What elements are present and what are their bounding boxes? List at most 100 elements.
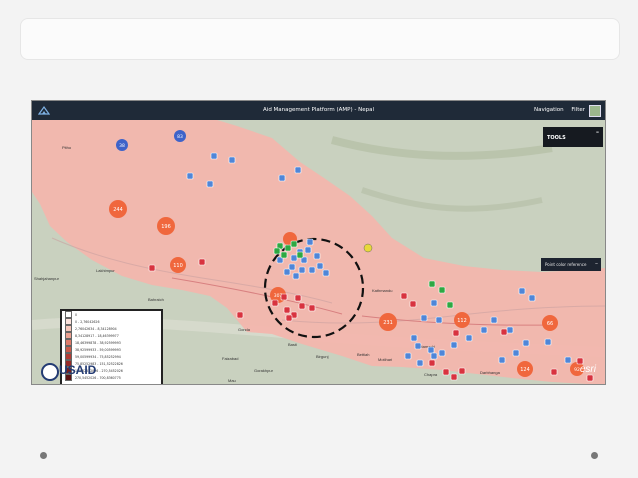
- cluster-marker: 196: [157, 217, 175, 235]
- project-marker[interactable]: [522, 339, 530, 347]
- project-marker[interactable]: [438, 349, 446, 357]
- cluster-marker: 112: [454, 312, 470, 328]
- project-marker[interactable]: [296, 251, 304, 259]
- map-label: Motihari: [378, 357, 392, 362]
- project-marker[interactable]: [280, 293, 288, 301]
- project-marker[interactable]: [283, 306, 291, 314]
- top-navigation: Navigation Filter: [528, 107, 585, 113]
- legend-swatch: [65, 332, 72, 339]
- project-marker[interactable]: [450, 341, 458, 349]
- project-marker[interactable]: [236, 311, 244, 319]
- project-marker[interactable]: [564, 356, 572, 364]
- project-marker[interactable]: [416, 359, 424, 367]
- cluster-marker: 124: [517, 361, 533, 377]
- project-marker[interactable]: [290, 254, 298, 262]
- project-marker[interactable]: [518, 287, 526, 295]
- project-marker[interactable]: [285, 314, 293, 322]
- project-marker[interactable]: [500, 328, 508, 336]
- cluster-count: 66: [547, 321, 553, 327]
- esri-logo: esri: [579, 364, 596, 375]
- project-marker[interactable]: [308, 304, 316, 312]
- project-marker[interactable]: [198, 258, 206, 266]
- cluster-marker: 244: [109, 200, 127, 218]
- project-marker[interactable]: [435, 316, 443, 324]
- project-marker[interactable]: [428, 280, 436, 288]
- cluster-count: 112: [457, 318, 467, 324]
- app-title: Aid Management Platform (AMP) - Nepal: [263, 107, 374, 113]
- project-marker[interactable]: [550, 368, 558, 376]
- legend-row: 38,92599933 - 59,00599993: [62, 346, 161, 353]
- tools-panel[interactable]: TOOLS –: [543, 127, 603, 147]
- filter-icon[interactable]: [589, 105, 601, 117]
- collapse-icon[interactable]: –: [595, 260, 598, 267]
- map-label: Faizabad: [222, 356, 238, 361]
- project-marker[interactable]: [480, 326, 488, 334]
- project-marker[interactable]: [186, 172, 194, 180]
- project-marker[interactable]: [404, 352, 412, 360]
- project-marker[interactable]: [210, 152, 218, 160]
- project-marker[interactable]: [458, 367, 466, 375]
- map-label: Kathmandu: [372, 288, 392, 293]
- project-marker[interactable]: [290, 240, 298, 248]
- project-marker[interactable]: [316, 262, 324, 270]
- project-marker[interactable]: [428, 359, 436, 367]
- map-application-window: Aid Management Platform (AMP) - Nepal Na…: [31, 100, 606, 385]
- project-marker[interactable]: [273, 247, 281, 255]
- project-marker[interactable]: [304, 246, 312, 254]
- project-marker[interactable]: [450, 373, 458, 381]
- project-marker[interactable]: [544, 338, 552, 346]
- legend-label: 38,92599933 - 59,00599993: [75, 347, 121, 352]
- project-marker[interactable]: [410, 334, 418, 342]
- project-marker[interactable]: [438, 286, 446, 294]
- project-marker[interactable]: [298, 302, 306, 310]
- project-marker[interactable]: [490, 316, 498, 324]
- project-marker[interactable]: [442, 368, 450, 376]
- legend-row: 2,76042634 - 8,34128904: [62, 325, 161, 332]
- project-marker[interactable]: [446, 301, 454, 309]
- project-marker[interactable]: [322, 269, 330, 277]
- legend-label: 0: [75, 312, 78, 317]
- project-marker[interactable]: [409, 300, 417, 308]
- project-marker[interactable]: [400, 292, 408, 300]
- navigation-menu[interactable]: Navigation: [534, 107, 564, 113]
- project-marker[interactable]: [528, 294, 536, 302]
- project-marker[interactable]: [427, 346, 435, 354]
- map-label: Birgunj: [316, 354, 329, 359]
- cluster-count: 196: [161, 224, 171, 230]
- tools-label: TOOLS: [547, 135, 566, 141]
- project-marker[interactable]: [506, 326, 514, 334]
- collapse-icon[interactable]: –: [596, 129, 599, 136]
- point-color-reference-panel[interactable]: Point color reference –: [541, 258, 601, 271]
- project-marker[interactable]: [452, 329, 460, 337]
- project-marker[interactable]: [308, 266, 316, 274]
- map-label: Lakhimpur: [96, 268, 115, 273]
- map-label: Darbhanga: [480, 370, 501, 375]
- map-label: Gonda: [238, 327, 251, 332]
- cluster-count: 83: [177, 134, 183, 140]
- filter-menu[interactable]: Filter: [571, 107, 585, 113]
- project-marker[interactable]: [430, 352, 438, 360]
- usaid-logo: USAID: [41, 363, 127, 381]
- project-marker[interactable]: [306, 238, 314, 246]
- project-marker[interactable]: [292, 272, 300, 280]
- project-marker[interactable]: [420, 314, 428, 322]
- project-marker[interactable]: [283, 268, 291, 276]
- project-marker[interactable]: [271, 299, 279, 307]
- usaid-wordmark: USAID: [59, 363, 97, 377]
- project-marker[interactable]: [148, 264, 156, 272]
- project-marker[interactable]: [298, 266, 306, 274]
- project-marker[interactable]: [206, 180, 214, 188]
- project-marker[interactable]: [498, 356, 506, 364]
- project-marker[interactable]: [414, 342, 422, 350]
- project-marker[interactable]: [430, 299, 438, 307]
- project-marker[interactable]: [280, 251, 288, 259]
- project-marker[interactable]: [294, 166, 302, 174]
- project-marker[interactable]: [278, 174, 286, 182]
- project-marker[interactable]: [228, 156, 236, 164]
- project-marker[interactable]: [465, 334, 473, 342]
- project-marker[interactable]: [313, 252, 321, 260]
- project-marker[interactable]: [586, 374, 594, 382]
- project-marker[interactable]: [284, 244, 292, 252]
- project-marker[interactable]: [294, 294, 302, 302]
- project-marker[interactable]: [512, 349, 520, 357]
